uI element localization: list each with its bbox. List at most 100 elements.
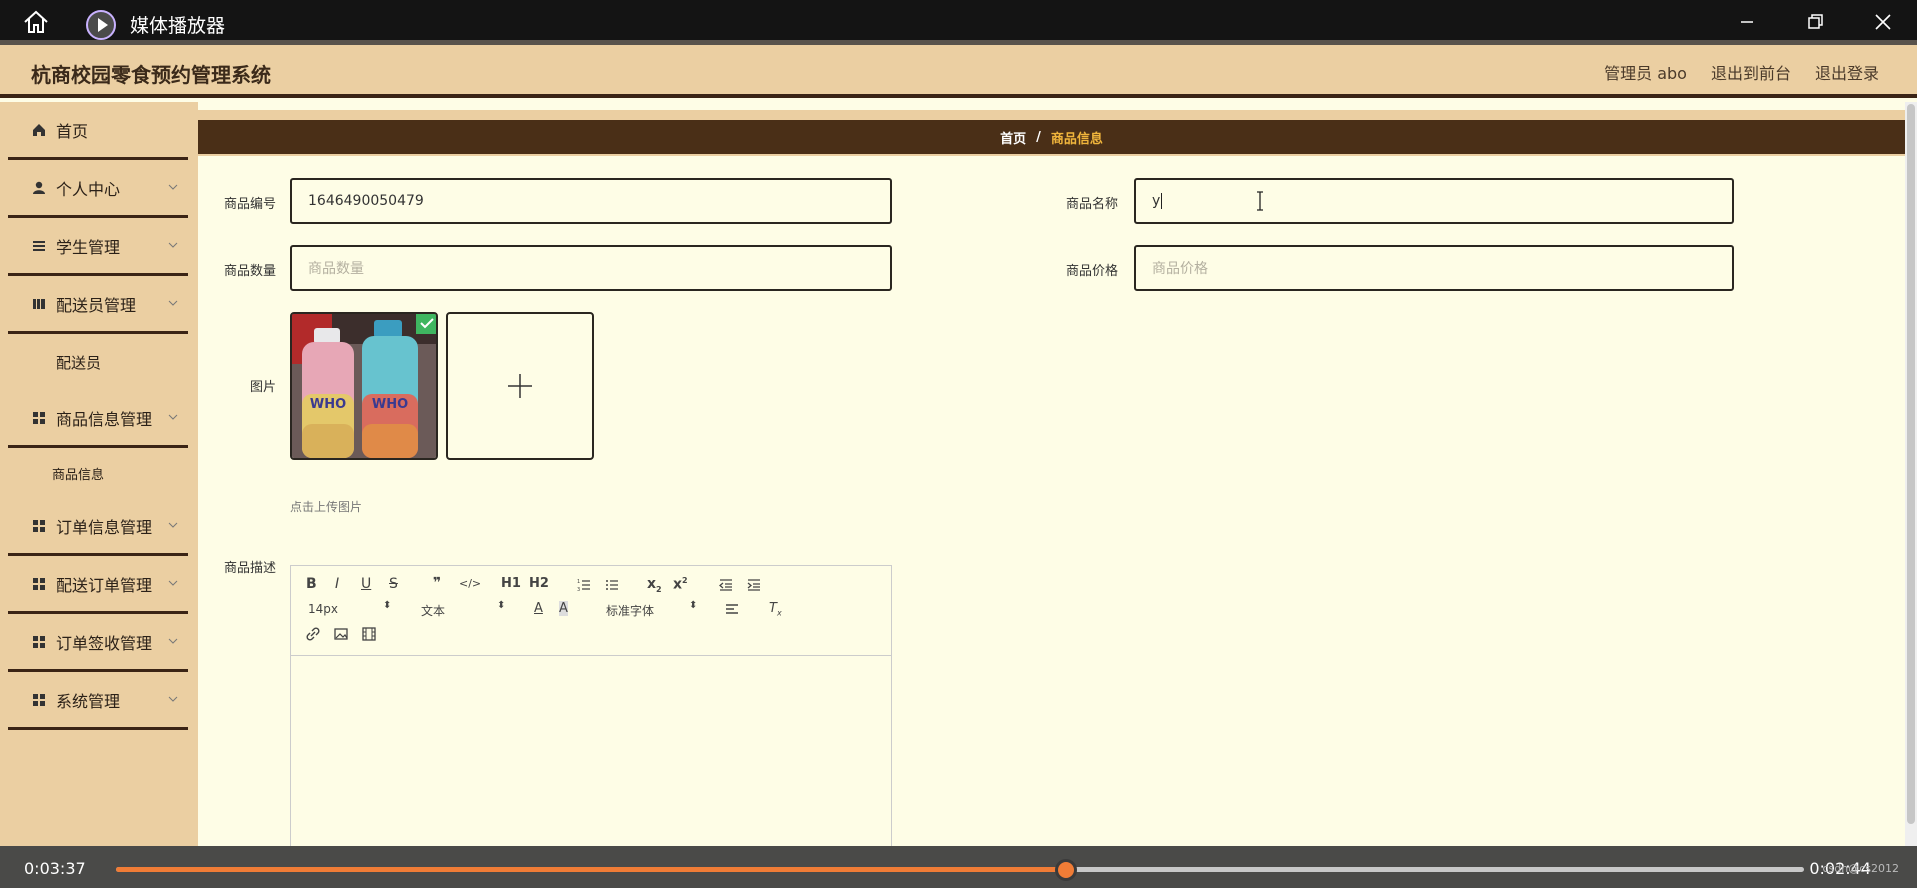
uploaded-image-thumbnail[interactable]: WHO WHO: [290, 312, 438, 460]
goods-price-input[interactable]: 商品价格: [1134, 245, 1734, 291]
goods-price-label: 商品价格: [1065, 264, 1118, 279]
sidebar-item-order-management[interactable]: 订单信息管理: [8, 498, 188, 556]
sidebar: 首页 个人中心 学生管理 配送员管理 配送员 商品信息管理 商品信息 订单信息管…: [0, 102, 198, 888]
sidebar-item-order-receipt-management[interactable]: 订单签收管理: [8, 614, 188, 672]
page-scrollbar-thumb[interactable]: [1907, 104, 1915, 824]
seek-handle[interactable]: [1054, 859, 1077, 881]
grid-icon: [33, 519, 45, 532]
chevron-down-icon: [168, 414, 178, 420]
close-button[interactable]: [1868, 8, 1898, 36]
goods-name-label: 商品名称: [1065, 197, 1118, 212]
text-style-select[interactable]: 文本: [421, 602, 445, 619]
window-title: 媒体播放器: [130, 15, 226, 37]
sidebar-item-personal-center[interactable]: 个人中心: [8, 160, 188, 218]
breadcrumb: 首页 / 商品信息: [198, 120, 1905, 154]
plus-icon: [508, 374, 532, 398]
logout-link[interactable]: 退出登录: [1815, 60, 1879, 84]
text-style-arrows-icon: ⬍: [497, 600, 506, 611]
grid-icon: [33, 411, 45, 424]
user-icon: [33, 181, 45, 194]
sidebar-item-label: 学生管理: [56, 237, 121, 257]
font-size-arrows-icon: ⬍: [383, 600, 392, 611]
image-upload-button[interactable]: [446, 312, 594, 460]
elapsed-time: 0:03:37: [24, 859, 86, 878]
list-icon: [33, 240, 45, 251]
sidebar-item-goods-management[interactable]: 商品信息管理: [8, 390, 188, 448]
align-left-icon[interactable]: [725, 603, 739, 617]
sidebar-item-label: 商品信息管理: [56, 409, 153, 429]
breadcrumb-home[interactable]: 首页: [1000, 128, 1026, 147]
ordered-list-icon[interactable]: 13: [577, 578, 591, 592]
sidebar-item-label: 订单信息管理: [56, 517, 153, 537]
goods-description-label: 商品描述: [223, 561, 276, 576]
sidebar-item-label: 配送员管理: [56, 295, 137, 315]
bottles-photo: WHO WHO: [292, 314, 436, 458]
media-player-controls: 0:03:37 0:02:44 csdn@cs2012: [0, 846, 1917, 888]
header-links: 管理员 abo 退出到前台 退出登录: [1604, 60, 1879, 84]
upload-hint: 点击上传图片: [290, 500, 363, 514]
heading-1-icon[interactable]: H1: [501, 576, 521, 591]
blockquote-icon[interactable]: ❞: [433, 575, 441, 591]
chevron-down-icon: [168, 300, 178, 306]
video-icon[interactable]: [362, 627, 376, 641]
chevron-down-icon: [168, 696, 178, 702]
bold-icon[interactable]: B: [306, 576, 317, 592]
heading-2-icon[interactable]: H2: [529, 576, 549, 591]
bullet-list-icon[interactable]: [605, 578, 619, 592]
font-color-icon[interactable]: A: [534, 601, 543, 616]
editor-content-area[interactable]: [291, 656, 891, 866]
sidebar-item-label: 系统管理: [56, 691, 121, 711]
sidebar-subitem-goods-info[interactable]: 商品信息: [0, 448, 198, 498]
sidebar-subitem-courier[interactable]: 配送员: [0, 334, 198, 390]
strikethrough-icon[interactable]: S: [389, 576, 398, 592]
admin-name: 管理员 abo: [1604, 64, 1687, 83]
back-to-front-link[interactable]: 退出到前台: [1711, 60, 1791, 84]
chevron-down-icon: [168, 184, 178, 190]
main-content: 首页 / 商品信息 商品编号 1646490050479 商品名称 y 商品数量…: [198, 102, 1905, 865]
editor-toolbar: B I U S ❞ </> H1 H2 13 x2 x2 14px ⬍ 文本 ⬍…: [291, 566, 891, 656]
subscript-icon[interactable]: x2: [647, 576, 662, 594]
seek-bar[interactable]: [116, 859, 1804, 881]
grid-icon: [33, 577, 45, 590]
sidebar-item-label: 个人中心: [56, 179, 121, 199]
media-player-icon: [86, 10, 116, 40]
code-block-icon[interactable]: </>: [459, 577, 481, 590]
chevron-down-icon: [168, 638, 178, 644]
underline-icon[interactable]: U: [361, 576, 371, 592]
font-size-select[interactable]: 14px: [308, 602, 338, 616]
sidebar-item-label: 订单签收管理: [56, 633, 153, 653]
link-icon[interactable]: [306, 627, 320, 641]
chevron-down-icon: [168, 522, 178, 528]
goods-code-input[interactable]: 1646490050479: [290, 178, 892, 224]
font-family-select[interactable]: 标准字体: [606, 602, 654, 619]
sidebar-item-label: 配送订单管理: [56, 575, 153, 595]
rich-text-editor: B I U S ❞ </> H1 H2 13 x2 x2 14px ⬍ 文本 ⬍…: [290, 565, 892, 865]
goods-quantity-input[interactable]: 商品数量: [290, 245, 892, 291]
sidebar-item-student-management[interactable]: 学生管理: [8, 218, 188, 276]
sidebar-item-home[interactable]: 首页: [8, 102, 188, 160]
restore-button[interactable]: [1800, 8, 1830, 36]
breadcrumb-current: 商品信息: [1050, 131, 1103, 147]
minimize-button[interactable]: [1732, 8, 1762, 36]
clear-format-icon[interactable]: Tx: [769, 601, 782, 618]
goods-name-value: y: [1152, 193, 1161, 209]
font-family-arrows-icon: ⬍: [689, 600, 698, 611]
image-icon[interactable]: [334, 627, 348, 641]
breadcrumb-separator: /: [1036, 129, 1041, 145]
image-label: 图片: [249, 380, 276, 395]
svg-text:WHO: WHO: [372, 397, 408, 412]
indent-icon[interactable]: [747, 578, 761, 592]
sidebar-item-delivery-order-management[interactable]: 配送订单管理: [8, 556, 188, 614]
outdent-icon[interactable]: [719, 578, 733, 592]
svg-text:3: 3: [577, 587, 580, 592]
home-icon[interactable]: [22, 10, 50, 34]
watermark: csdn@cs2012: [1822, 862, 1899, 875]
superscript-icon[interactable]: x2: [673, 576, 688, 593]
sidebar-item-label: 首页: [56, 121, 89, 141]
sidebar-item-courier-management[interactable]: 配送员管理: [8, 276, 188, 334]
background-color-icon[interactable]: A: [559, 601, 568, 616]
sidebar-item-system-management[interactable]: 系统管理: [8, 672, 188, 730]
goods-name-input[interactable]: y: [1134, 178, 1734, 224]
window-titlebar: 媒体播放器: [0, 0, 1917, 40]
italic-icon[interactable]: I: [335, 576, 339, 592]
